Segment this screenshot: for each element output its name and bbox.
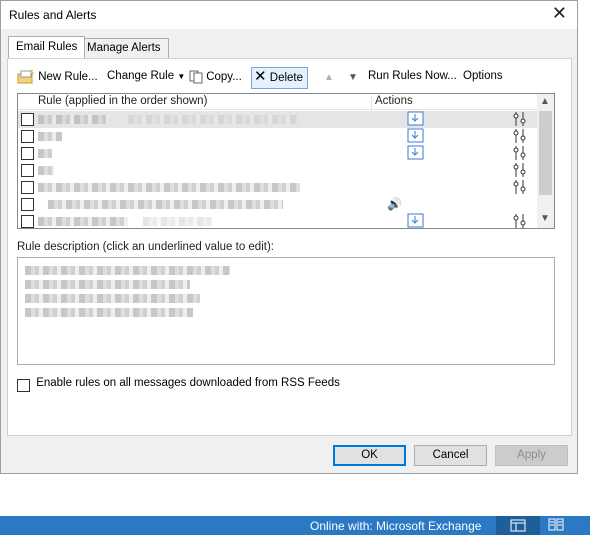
rule-name-redacted — [128, 115, 298, 124]
cancel-button[interactable]: Cancel — [414, 445, 487, 466]
email-rules-panel: New Rule... Change Rule ▼ Copy... ✕ Dele… — [7, 58, 572, 436]
move-to-folder-icon — [407, 128, 424, 143]
move-up-icon[interactable]: ▲ — [324, 67, 334, 89]
normal-view-button[interactable] — [496, 516, 540, 535]
rule-row[interactable] — [18, 128, 537, 145]
rule-name-redacted — [38, 132, 62, 141]
rule-name-redacted — [48, 200, 283, 209]
scroll-down-icon[interactable]: ▼ — [540, 213, 550, 224]
title-bar: Rules and Alerts ✕ — [1, 1, 577, 29]
options-button[interactable]: Options — [463, 67, 503, 89]
normal-view-icon — [510, 519, 526, 532]
dialog-title: Rules and Alerts — [9, 8, 97, 22]
delete-label: Delete — [269, 72, 304, 84]
rss-rules-checkbox[interactable] — [17, 379, 30, 392]
delete-button[interactable]: ✕ Delete — [251, 67, 308, 89]
move-to-folder-icon — [407, 111, 424, 126]
rule-enabled-checkbox[interactable] — [21, 198, 34, 211]
rule-name-redacted — [143, 217, 213, 226]
tab-email-rules-label: Email Rules — [16, 41, 78, 53]
copy-button[interactable]: Copy... — [189, 67, 242, 89]
connection-status: Online with: Microsoft Exchange — [310, 519, 482, 533]
rss-rules-label: Enable rules on all messages downloaded … — [36, 377, 340, 389]
description-redacted — [25, 280, 190, 289]
rule-conditions-icon — [513, 214, 526, 228]
apply-button[interactable]: Apply — [495, 445, 568, 466]
options-label: Options — [463, 70, 503, 82]
scrollbar-thumb[interactable] — [539, 111, 552, 195]
rules-and-alerts-dialog: Rules and Alerts ✕ Email Rules Manage Al… — [0, 0, 578, 474]
rule-enabled-checkbox[interactable] — [21, 130, 34, 143]
dropdown-arrow-icon: ▼ — [177, 72, 186, 81]
tab-manage-alerts-label: Manage Alerts — [87, 42, 161, 54]
rules-list-header: Rule (applied in the order shown) Action… — [18, 94, 537, 111]
rule-name-redacted — [38, 183, 300, 192]
status-bar: Online with: Microsoft Exchange — [0, 516, 590, 535]
rule-row[interactable] — [18, 213, 537, 228]
rule-enabled-checkbox[interactable] — [21, 164, 34, 177]
rules-list[interactable]: Rule (applied in the order shown) Action… — [17, 93, 555, 229]
tab-email-rules[interactable]: Email Rules — [8, 36, 86, 58]
rule-description-label: Rule description (click an underlined va… — [17, 241, 274, 253]
tab-manage-alerts[interactable]: Manage Alerts — [79, 38, 169, 59]
column-header-actions[interactable]: Actions — [371, 95, 413, 111]
rule-row[interactable] — [18, 162, 537, 179]
rule-conditions-icon — [513, 129, 526, 143]
rss-rules-option[interactable]: Enable rules on all messages downloaded … — [17, 377, 340, 392]
change-rule-label: Change Rule — [107, 70, 175, 82]
copy-label: Copy... — [206, 71, 242, 84]
new-rule-button[interactable]: New Rule... — [17, 67, 98, 89]
description-redacted — [25, 266, 230, 275]
rule-name-redacted — [38, 115, 108, 124]
copy-icon — [189, 70, 203, 84]
rule-name-redacted — [38, 149, 52, 158]
move-to-folder-icon — [407, 145, 424, 160]
description-redacted — [25, 308, 193, 317]
rules-toolbar: New Rule... Change Rule ▼ Copy... ✕ Dele… — [8, 67, 571, 91]
move-to-folder-icon — [407, 213, 424, 228]
rules-list-scrollbar[interactable]: ▲ ▼ — [537, 94, 554, 228]
description-redacted — [25, 294, 200, 303]
rule-conditions-icon — [513, 112, 526, 126]
rule-conditions-icon — [513, 146, 526, 160]
rule-row[interactable] — [18, 111, 537, 128]
rule-row[interactable]: 🔊 — [18, 196, 537, 213]
close-icon[interactable]: ✕ — [552, 4, 567, 22]
rule-row[interactable] — [18, 145, 537, 162]
rule-row[interactable] — [18, 179, 537, 196]
rule-enabled-checkbox[interactable] — [21, 215, 34, 228]
play-sound-icon: 🔊 — [387, 197, 402, 211]
change-rule-button[interactable]: Change Rule ▼ — [107, 67, 185, 89]
move-down-icon[interactable]: ▼ — [348, 67, 358, 89]
reading-view-icon[interactable] — [548, 518, 564, 532]
rule-conditions-icon — [513, 180, 526, 194]
rule-name-redacted — [38, 166, 54, 175]
rule-name-redacted — [38, 217, 128, 226]
column-header-rule[interactable]: Rule (applied in the order shown) — [38, 95, 207, 107]
rule-enabled-checkbox[interactable] — [21, 147, 34, 160]
rule-conditions-icon — [513, 163, 526, 177]
rule-enabled-checkbox[interactable] — [21, 113, 34, 126]
new-rule-icon — [17, 70, 34, 84]
rule-enabled-checkbox[interactable] — [21, 181, 34, 194]
rule-description-box[interactable] — [17, 257, 555, 365]
new-rule-label: New Rule... — [38, 71, 98, 84]
run-rules-now-label: Run Rules Now... — [368, 70, 457, 82]
run-rules-now-button[interactable]: Run Rules Now... — [368, 67, 457, 89]
delete-icon: ✕ — [254, 68, 267, 85]
scroll-up-icon[interactable]: ▲ — [540, 96, 550, 107]
ok-button[interactable]: OK — [333, 445, 406, 466]
